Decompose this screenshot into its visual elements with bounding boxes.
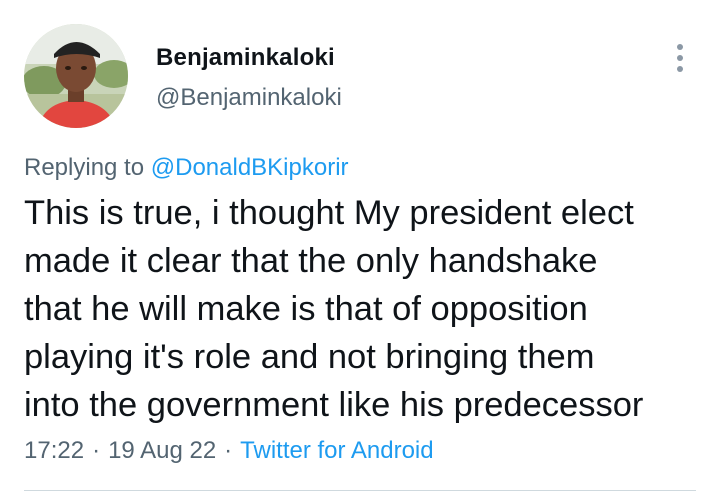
tweet-meta: 17:22 · 19 Aug 22 · Twitter for Android (24, 436, 434, 466)
tweet-source-link[interactable]: Twitter for Android (240, 437, 433, 464)
replying-to-line: Replying to @DonaldBKipkorir (24, 153, 349, 183)
tweet-date[interactable]: 19 Aug 22 (108, 437, 216, 464)
tweet-card: Benjaminkaloki @Benjaminkaloki Replying … (0, 0, 720, 498)
avatar[interactable] (24, 24, 128, 128)
tweet-text-line: that he will make is that of opposition (24, 290, 588, 328)
more-vertical-icon[interactable] (670, 42, 690, 74)
tweet-text-line: made it clear that the only handshake (24, 242, 598, 280)
author-handle[interactable]: @Benjaminkaloki (156, 83, 342, 113)
meta-separator: · (92, 437, 101, 464)
reply-mention-link[interactable]: @DonaldBKipkorir (151, 154, 349, 181)
avatar-photo-icon (24, 24, 128, 128)
tweet-text-line: playing it's role and not bringing them (24, 338, 595, 376)
tweet-text-line: into the government like his predecessor (24, 386, 644, 424)
tweet-text-line: This is true, i thought My president ele… (24, 194, 634, 232)
author-display-name[interactable]: Benjaminkaloki (156, 43, 335, 73)
tweet-text: This is true, i thought My president ele… (24, 189, 704, 429)
meta-separator: · (224, 437, 233, 464)
tweet-time[interactable]: 17:22 (24, 437, 84, 464)
replying-to-label: Replying to (24, 154, 145, 181)
divider (24, 490, 696, 491)
